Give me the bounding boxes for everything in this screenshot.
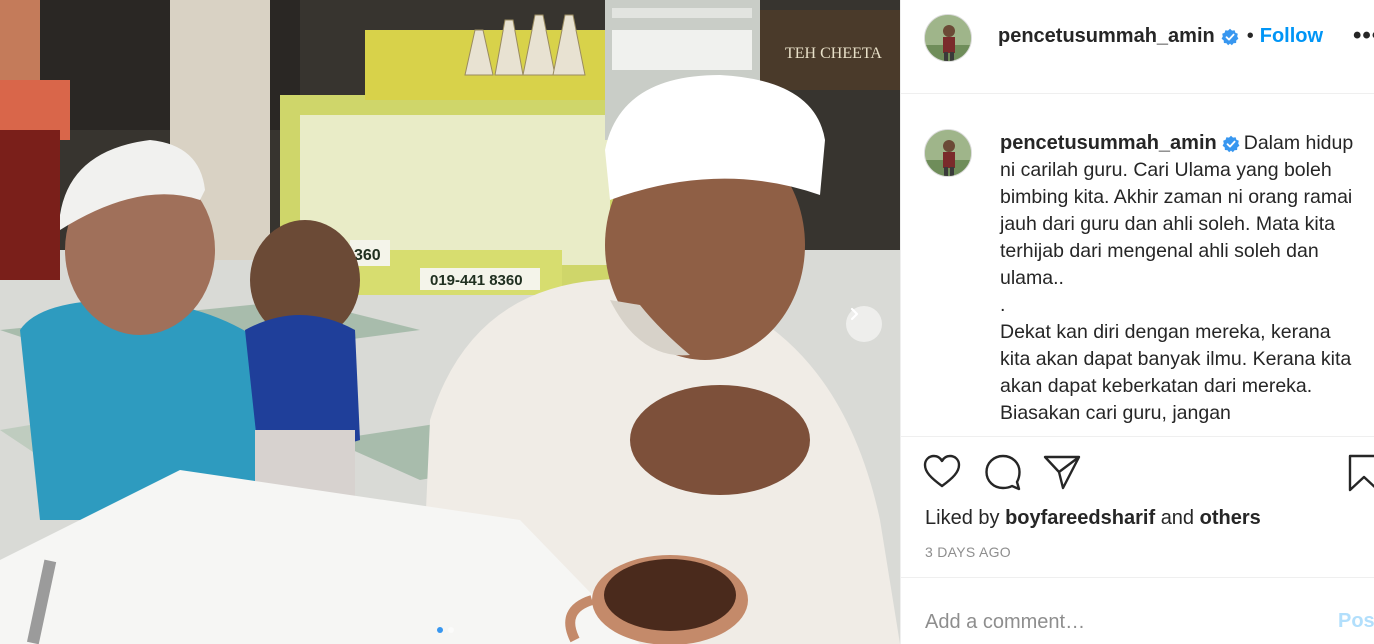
avatar-image	[925, 15, 971, 61]
likes-and: and	[1160, 507, 1195, 529]
post-photo[interactable]: 019-441 8360 360 TEH CHEETA	[0, 0, 900, 644]
caption-paragraph-2: Dekat kan diri dengan mereka, kerana kit…	[1000, 321, 1352, 424]
bookmark-icon[interactable]	[1348, 454, 1374, 492]
likes-summary: Liked by boyfareedsharif and others	[925, 507, 1261, 530]
post-actions: Liked by boyfareedsharif and others 3 DA…	[901, 436, 1374, 576]
post-image: 019-441 8360 360 TEH CHEETA	[0, 0, 900, 644]
comments-section[interactable]: pencetusummah_amin Dalam hidup ni carila…	[901, 95, 1374, 435]
avatar-image	[925, 130, 971, 176]
separator-dot: •	[1246, 25, 1254, 47]
likes-prefix: Liked by	[925, 507, 1000, 529]
comment-icon[interactable]	[984, 453, 1022, 491]
carousel-next-button[interactable]	[846, 306, 882, 342]
caption-username-link[interactable]: pencetusummah_amin	[1000, 130, 1217, 157]
verified-badge-icon	[1222, 135, 1240, 152]
photo-shop-sign: TEH CHEETA	[785, 45, 882, 62]
post-side-panel: pencetusummah_amin • Follow •••	[900, 0, 1374, 644]
carousel-dot-active	[437, 627, 443, 633]
follow-button[interactable]: Follow	[1260, 25, 1323, 48]
post-comment-button[interactable]: Post	[1338, 610, 1374, 633]
header-user-row: pencetusummah_amin • Follow	[998, 25, 1323, 48]
photo-sign-partial: 360	[354, 247, 381, 264]
heart-icon[interactable]	[923, 454, 961, 490]
photo-sign-text: 019-441 8360	[430, 272, 523, 289]
post-caption: pencetusummah_amin Dalam hidup ni carila…	[1000, 130, 1360, 427]
avatar[interactable]	[924, 14, 972, 62]
username-link[interactable]: pencetusummah_amin	[998, 25, 1215, 48]
post-timestamp[interactable]: 3 DAYS AGO	[925, 544, 1011, 560]
share-icon[interactable]	[1043, 454, 1081, 490]
carousel-dot	[448, 627, 454, 633]
comment-box: Post	[901, 577, 1374, 644]
post-header: pencetusummah_amin • Follow •••	[901, 0, 1374, 94]
verified-badge-icon	[1221, 28, 1239, 45]
caption-dot-line: .	[1000, 294, 1006, 316]
carousel-indicator	[437, 627, 454, 633]
liked-by-user-link[interactable]: boyfareedsharif	[1005, 507, 1155, 529]
more-options-button[interactable]: •••	[1353, 22, 1374, 50]
comment-input[interactable]	[925, 608, 1305, 636]
caption-avatar[interactable]	[924, 129, 972, 177]
chevron-right-icon	[850, 307, 859, 321]
likes-others-link[interactable]: others	[1200, 507, 1261, 529]
